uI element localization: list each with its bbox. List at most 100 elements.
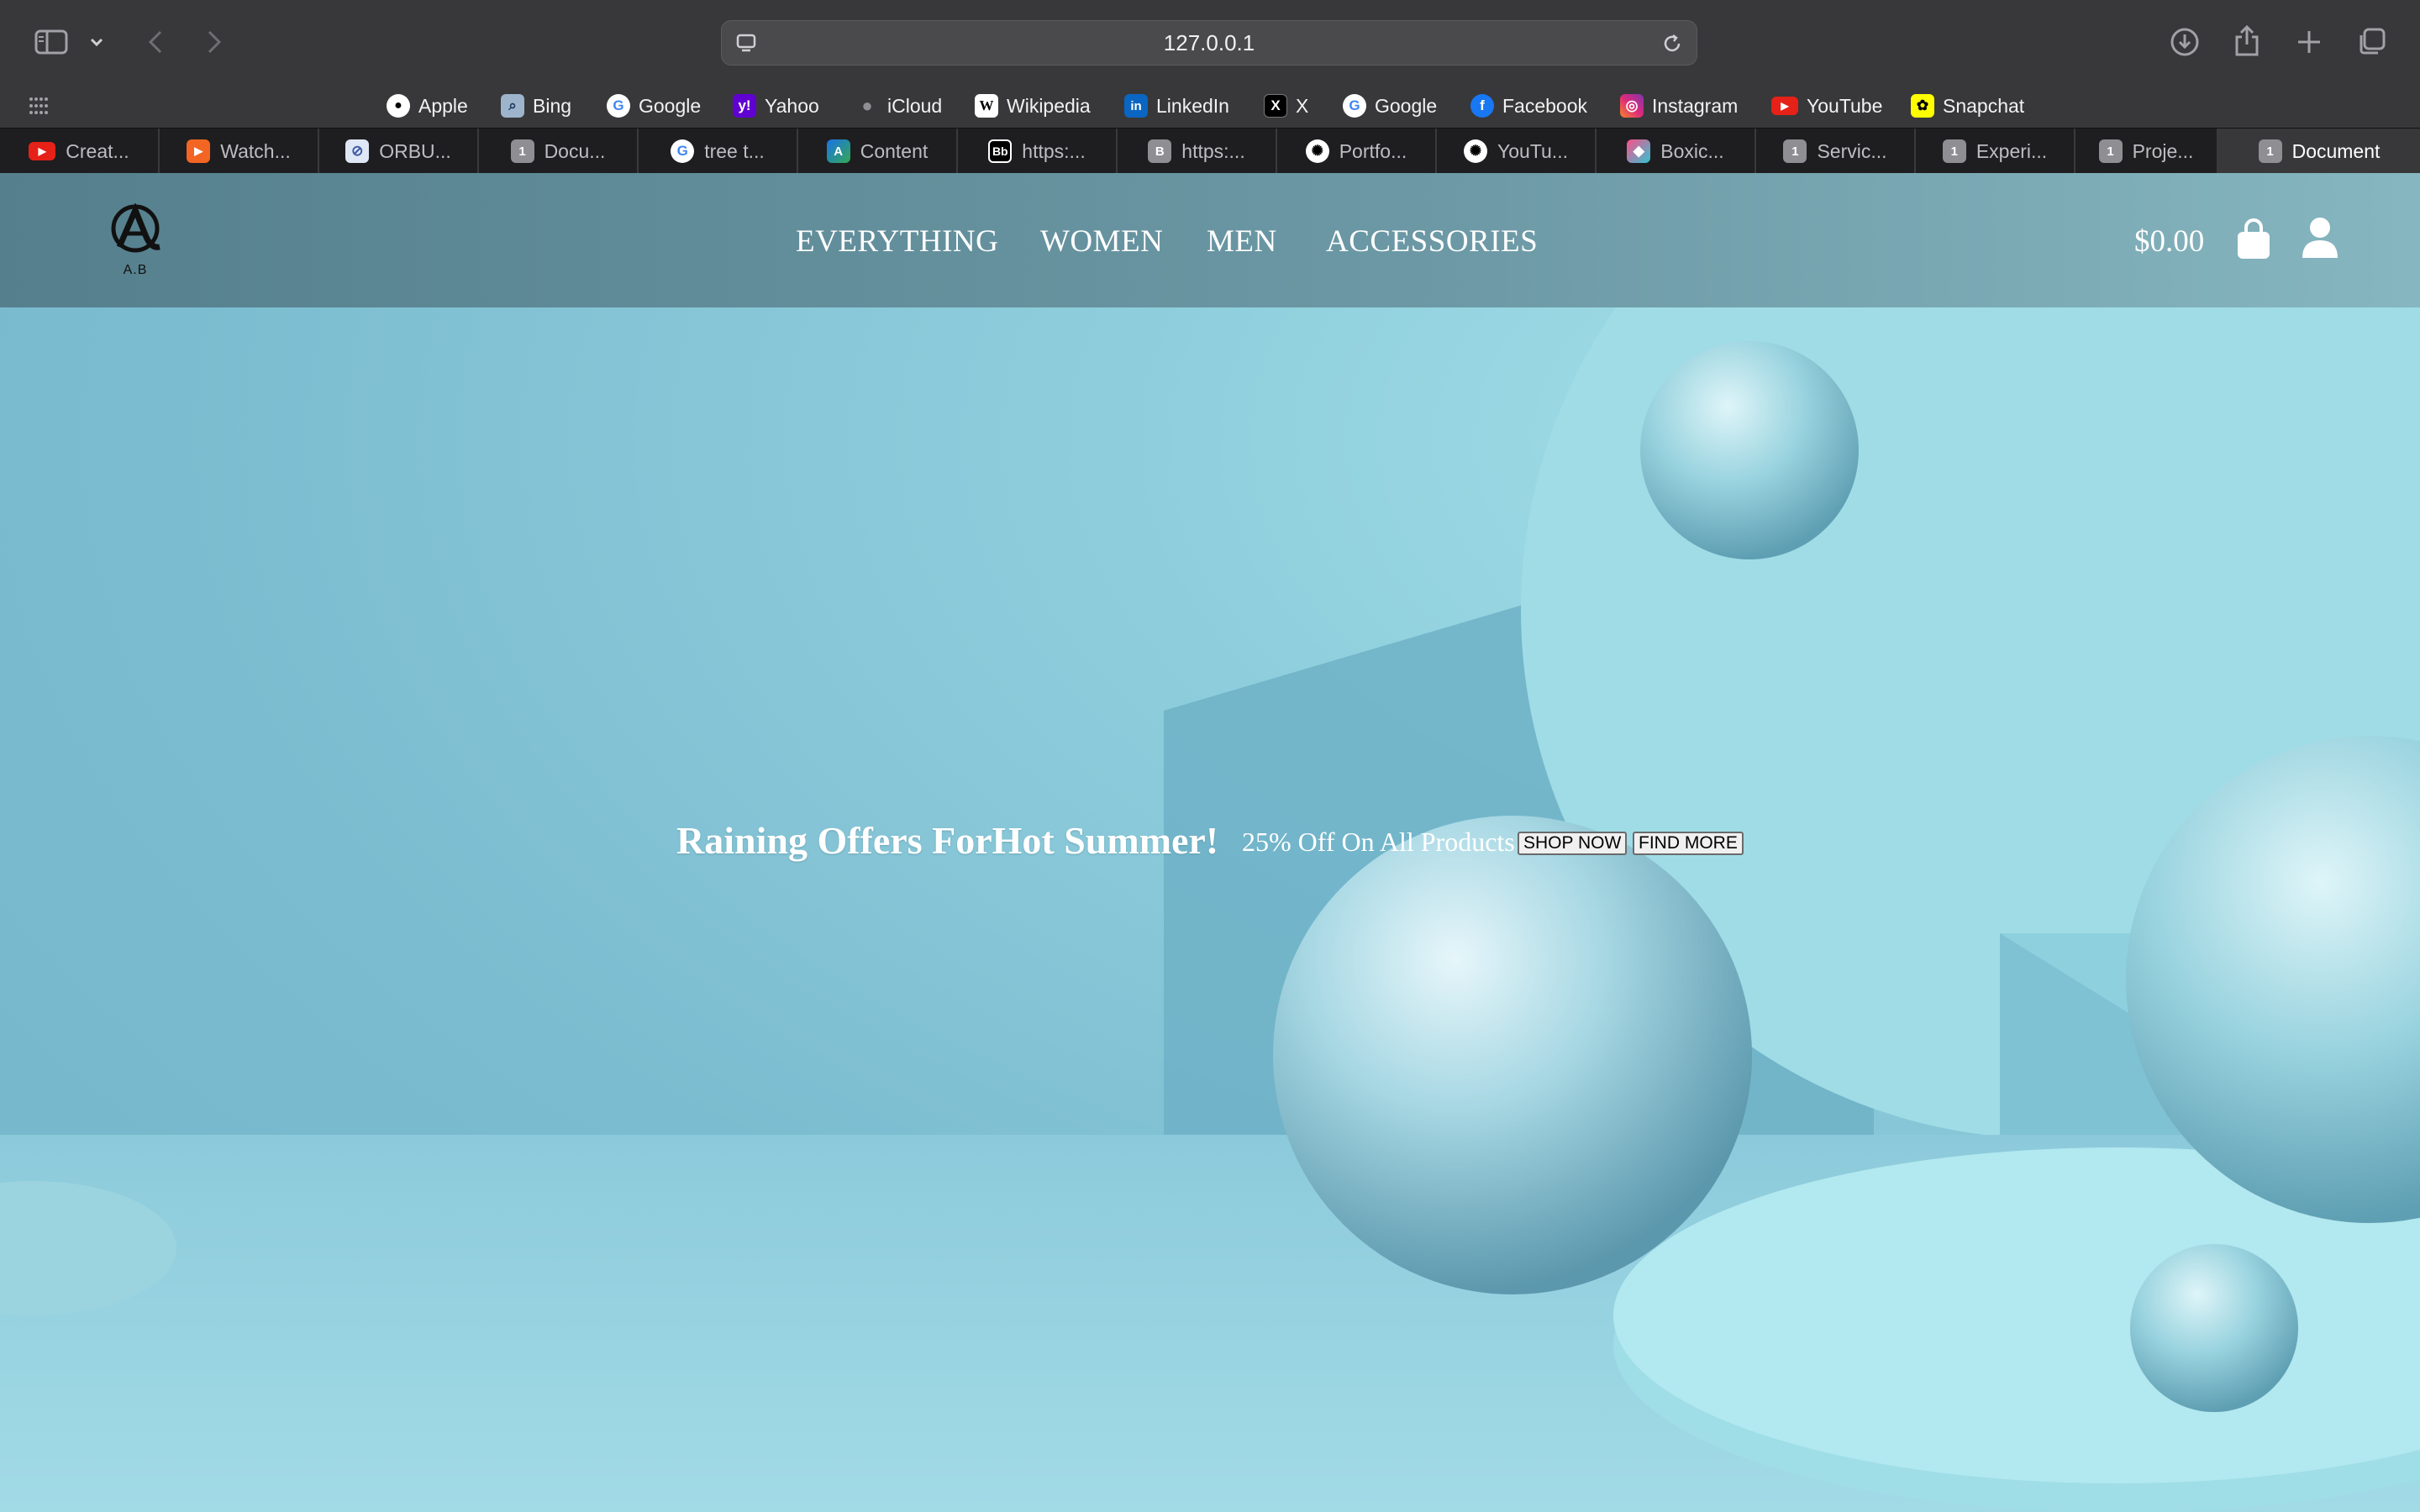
x-icon: X bbox=[1264, 94, 1287, 118]
apple-icon: ● bbox=[387, 94, 410, 118]
tab-item[interactable]: A Content bbox=[798, 129, 958, 174]
facebook-icon: f bbox=[1470, 94, 1494, 118]
bookmark-label: Snapchat bbox=[1943, 94, 2025, 117]
yahoo-icon: y! bbox=[733, 94, 756, 118]
reload-icon[interactable] bbox=[1660, 31, 1685, 56]
forward-icon[interactable] bbox=[202, 25, 227, 59]
bookmark-google-2[interactable]: G Google bbox=[1343, 91, 1437, 121]
bookmark-apple[interactable]: ● Apple bbox=[387, 91, 468, 121]
tab-label: YouTu... bbox=[1497, 139, 1568, 162]
find-more-button[interactable]: FIND MORE bbox=[1633, 832, 1744, 855]
cart-total[interactable]: $0.00 bbox=[2134, 223, 2204, 260]
bookmark-label: Bing bbox=[533, 94, 572, 117]
bookmark-wikipedia[interactable]: W Wikipedia bbox=[975, 91, 1091, 121]
bookmark-label: Google bbox=[1375, 94, 1438, 117]
bb-icon: Bb bbox=[988, 139, 1013, 163]
tab-item[interactable]: 1 Servic... bbox=[1756, 129, 1916, 174]
tab-item[interactable]: ✺ Portfo... bbox=[1277, 129, 1437, 174]
shopping-bag-icon[interactable] bbox=[2235, 218, 2272, 260]
number-1-icon: 1 bbox=[510, 139, 534, 163]
tab-item[interactable]: 1 Docu... bbox=[479, 129, 639, 174]
user-account-icon[interactable] bbox=[2301, 217, 2339, 259]
google-icon: G bbox=[607, 94, 630, 118]
bookmark-bing[interactable]: ⌕ Bing bbox=[501, 91, 571, 121]
back-icon[interactable] bbox=[143, 25, 168, 59]
number-1-icon: 1 bbox=[2098, 139, 2123, 163]
content-icon: A bbox=[826, 139, 850, 163]
tab-item[interactable]: Bb https:... bbox=[958, 129, 1118, 174]
bookmark-linkedin[interactable]: in LinkedIn bbox=[1124, 91, 1229, 121]
chevron-down-icon[interactable] bbox=[87, 32, 106, 52]
tab-label: Portfo... bbox=[1339, 139, 1407, 162]
nav-everything[interactable]: EVERYTHING bbox=[796, 223, 998, 260]
bookmark-label: iCloud bbox=[887, 94, 943, 117]
web-page: A.B EVERYTHING WOMEN MEN ACCESSORIES $0.… bbox=[0, 173, 2420, 1512]
tab-label: https:... bbox=[1022, 139, 1086, 162]
tab-label: Document bbox=[2291, 139, 2381, 162]
youtube-icon: ▶ bbox=[29, 142, 56, 160]
hero-subtitle: 25% Off On All Products bbox=[1242, 827, 1515, 857]
number-1-icon: 1 bbox=[1942, 139, 1966, 163]
tab-label: Experi... bbox=[1975, 139, 2048, 162]
number-1-icon: 1 bbox=[2258, 139, 2282, 163]
bookmark-snapchat[interactable]: ✿ Snapchat bbox=[1911, 91, 2024, 121]
nav-men[interactable]: MEN bbox=[1207, 223, 1277, 260]
shop-now-button[interactable]: SHOP NOW bbox=[1518, 832, 1628, 855]
download-icon[interactable] bbox=[2168, 25, 2202, 59]
bookmark-x[interactable]: X X bbox=[1264, 91, 1308, 121]
icloud-icon: ● bbox=[861, 95, 873, 116]
url-text[interactable]: 127.0.0.1 bbox=[722, 30, 1697, 56]
tab-item[interactable]: ✺ YouTu... bbox=[1437, 129, 1597, 174]
bookmark-label: Facebook bbox=[1502, 94, 1588, 117]
bookmark-label: Apple bbox=[418, 94, 468, 117]
tab-item[interactable]: ⊘ ORBU... bbox=[319, 129, 479, 174]
google-icon: G bbox=[671, 139, 695, 163]
tab-item[interactable]: G tree t... bbox=[639, 129, 798, 174]
tab-item[interactable]: B https:... bbox=[1118, 129, 1277, 174]
bing-icon: ⌕ bbox=[501, 94, 524, 118]
tab-item[interactable]: ▶ Watch... bbox=[160, 129, 319, 174]
browser-toolbar: 127.0.0.1 bbox=[0, 0, 2420, 86]
hero-title: Raining Offers ForHot Summer! bbox=[676, 819, 1219, 862]
tab-label: ORBU... bbox=[379, 139, 451, 162]
tab-item[interactable]: ▶ Creat... bbox=[0, 129, 160, 174]
site-logo[interactable]: A.B bbox=[108, 202, 163, 279]
tab-label: Creat... bbox=[66, 139, 129, 162]
tab-item[interactable]: 1 Proje... bbox=[2075, 129, 2218, 174]
bookmark-label: LinkedIn bbox=[1156, 94, 1229, 117]
sidebar-icon[interactable] bbox=[32, 25, 71, 59]
apps-grid-icon[interactable] bbox=[27, 94, 50, 118]
bookmark-yahoo[interactable]: y! Yahoo bbox=[733, 91, 819, 121]
nav-women[interactable]: WOMEN bbox=[1040, 223, 1163, 260]
bookmark-instagram[interactable]: ◎ Instagram bbox=[1620, 91, 1738, 121]
wikipedia-icon: W bbox=[975, 94, 998, 118]
address-bar[interactable]: 127.0.0.1 bbox=[721, 20, 1697, 66]
play-icon: ▶ bbox=[187, 139, 211, 163]
tab-label: https:... bbox=[1181, 139, 1245, 162]
tab-item[interactable]: 1 Experi... bbox=[1916, 129, 2075, 174]
bookmark-youtube[interactable]: ▶ YouTube bbox=[1771, 91, 1882, 121]
number-1-icon: 1 bbox=[1783, 139, 1807, 163]
youtube-icon: ▶ bbox=[1771, 97, 1798, 115]
tab-label: Watch... bbox=[220, 139, 291, 162]
tab-item-active[interactable]: 1 Document bbox=[2218, 129, 2420, 174]
nav-accessories[interactable]: ACCESSORIES bbox=[1326, 223, 1538, 260]
tab-item[interactable]: ◆ Boxic... bbox=[1597, 129, 1756, 174]
tab-label: tree t... bbox=[704, 139, 765, 162]
bookmark-facebook[interactable]: f Facebook bbox=[1470, 91, 1587, 121]
orbit-icon: ⊘ bbox=[345, 139, 370, 163]
tab-label: Proje... bbox=[2132, 139, 2194, 162]
tab-bar: ▶ Creat... ▶ Watch... ⊘ ORBU... 1 Docu..… bbox=[0, 128, 2420, 174]
bookmark-google[interactable]: G Google bbox=[607, 91, 701, 121]
openai-icon: ✺ bbox=[1305, 139, 1329, 163]
tab-overview-icon[interactable] bbox=[2354, 25, 2388, 59]
new-tab-icon[interactable] bbox=[2292, 25, 2326, 59]
tab-label: Content bbox=[860, 139, 929, 162]
share-icon[interactable] bbox=[2230, 24, 2264, 59]
bookmark-label: Google bbox=[639, 94, 702, 117]
bookmark-icloud[interactable]: ● iCloud bbox=[855, 91, 942, 121]
tab-label: Boxic... bbox=[1660, 139, 1724, 162]
bookmark-label: Yahoo bbox=[765, 94, 819, 117]
google-icon: G bbox=[1343, 94, 1366, 118]
snapchat-icon: ✿ bbox=[1911, 94, 1934, 118]
